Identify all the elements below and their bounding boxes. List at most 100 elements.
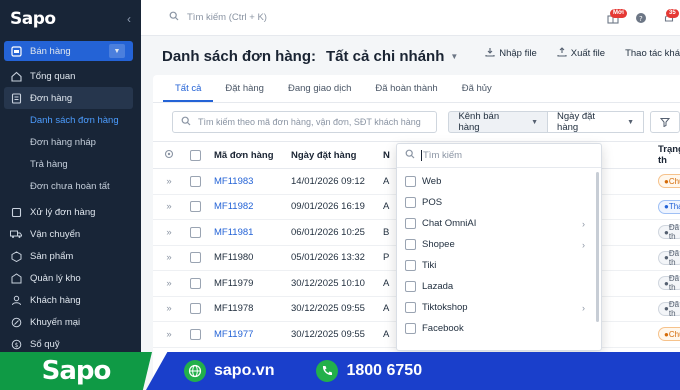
order-search-placeholder: Tìm kiếm theo mã đơn hàng, vận đơn, SĐT … [198,117,421,127]
filter-bar: Tìm kiếm theo mã đơn hàng, vận đơn, SĐT … [153,103,680,141]
order-code-link[interactable]: MF11978 [205,303,291,314]
header-actions: Nhập file Xuất file Thao tác khá [465,47,680,60]
expand-row-icon[interactable]: » [153,329,185,340]
filter-icon [660,118,670,127]
chevron-down-icon[interactable]: ▼ [109,44,125,58]
order-date: 30/12/2025 09:55 [291,303,365,315]
more-actions-label: Thao tác khá [625,48,680,59]
promo-banner: Sapo sapo.vn 1800 6750 [0,352,680,390]
channel-filter-button[interactable]: Kênh bán hàng ▼ [448,111,549,133]
select-all-checkbox[interactable] [185,149,205,161]
status-badge: ● Đã th [658,274,680,292]
sidebar-item-shipping[interactable]: Vận chuyển [0,223,141,245]
tab-cancelled[interactable]: Đã hủy [450,83,504,102]
sales-channel-selector[interactable]: Bán hàng ▼ [4,41,133,61]
column-settings-icon[interactable] [153,149,185,162]
channel-option-checkbox[interactable] [405,218,416,229]
row-checkbox[interactable] [185,277,205,289]
row-checkbox[interactable] [185,201,205,213]
channel-option[interactable]: POS [397,192,601,213]
dropdown-scrollbar[interactable] [596,172,599,322]
more-actions-button[interactable]: Thao tác khá [625,48,680,59]
channel-option[interactable]: Web [397,171,601,192]
tab-in-progress[interactable]: Đang giao dịch [276,83,363,102]
whats-new-button[interactable]: Mới [602,7,627,29]
global-search[interactable]: Tìm kiếm (Ctrl + K) [169,11,267,24]
sidebar-subitem-order-list[interactable]: Danh sách đơn hàng [0,109,141,131]
channel-option-checkbox[interactable] [405,302,416,313]
channel-option-checkbox[interactable] [405,260,416,271]
channel-option[interactable]: Tiki [397,255,601,276]
svg-text:?: ? [639,15,643,23]
channel-option-label: Tiktokshop [422,302,468,313]
order-code-link[interactable]: MF11980 [205,252,291,263]
row-checkbox[interactable] [185,252,205,264]
header-order-date[interactable]: Ngày đặt hàng [291,150,383,161]
order-code-link[interactable]: MF11983 [205,176,291,187]
header-status[interactable]: Trạng th [658,144,680,166]
sidebar-item-processing[interactable]: Xử lý đơn hàng [0,201,141,223]
channel-option[interactable]: Lazada [397,276,601,297]
banner-website[interactable]: sapo.vn [214,362,274,380]
date-filter-label: Ngày đặt hàng [557,111,596,133]
tab-all[interactable]: Tất cả [163,83,214,102]
help-button[interactable]: ? [630,7,652,29]
order-code-link[interactable]: MF11981 [205,227,291,238]
import-file-button[interactable]: Nhập file [485,47,537,60]
status-text: Đã th [668,299,680,318]
banner-hotline[interactable]: 1800 6750 [346,362,422,380]
tab-completed[interactable]: Đã hoàn thành [363,83,449,102]
globe-icon [184,360,206,382]
sidebar-item-warehouse[interactable]: Quản lý kho [0,267,141,289]
chevron-right-icon[interactable]: › [582,303,585,313]
header-order-code[interactable]: Mã đơn hàng [205,150,291,161]
order-code-link[interactable]: MF11982 [205,201,291,212]
order-search-input[interactable]: Tìm kiếm theo mã đơn hàng, vận đơn, SĐT … [172,111,438,133]
channel-option-checkbox[interactable] [405,239,416,250]
sidebar-item-customers[interactable]: Khách hàng [0,289,141,311]
row-checkbox[interactable] [185,175,205,187]
channel-option-checkbox[interactable] [405,197,416,208]
branch-selector[interactable]: Tất cả chi nhánh [326,48,444,65]
export-file-button[interactable]: Xuất file [557,47,605,60]
channel-option-checkbox[interactable] [405,176,416,187]
sidebar-subitem-incomplete-orders[interactable]: Đơn chưa hoàn tất [0,175,141,197]
tab-ordered[interactable]: Đặt hàng [213,83,276,102]
chevron-right-icon[interactable]: › [582,219,585,229]
sidebar-item-orders[interactable]: Đơn hàng [4,87,133,109]
chevron-down-icon[interactable]: ▼ [450,52,458,61]
channel-option[interactable]: Shopee › [397,234,601,255]
chevron-right-icon[interactable]: › [582,240,585,250]
order-code-link[interactable]: MF11979 [205,278,291,289]
date-filter-button[interactable]: Ngày đặt hàng ▼ [548,111,644,133]
row-checkbox[interactable] [185,328,205,340]
promo-icon [10,316,22,328]
expand-row-icon[interactable]: » [153,201,185,212]
row-checkbox[interactable] [185,303,205,315]
sidebar-item-products[interactable]: Sản phẩm [0,245,141,267]
cashbook-icon: $ [10,338,22,350]
sidebar-item-promotions[interactable]: Khuyến mại [0,311,141,333]
channel-option[interactable]: Facebook [397,318,601,339]
expand-row-icon[interactable]: » [153,303,185,314]
channel-option[interactable]: Tiktokshop › [397,297,601,318]
row-checkbox[interactable] [185,226,205,238]
channel-option-checkbox[interactable] [405,281,416,292]
expand-row-icon[interactable]: » [153,278,185,289]
sidebar-subitem-draft-orders[interactable]: Đơn hàng nháp [0,131,141,153]
channel-option-checkbox[interactable] [405,323,416,334]
sidebar-item-overview[interactable]: Tổng quan [0,65,141,87]
expand-row-icon[interactable]: » [153,176,185,187]
banner-contact-area: sapo.vn 1800 6750 [146,352,680,390]
sales-channel-label: Bán hàng [30,45,71,57]
sidebar-subitem-returns[interactable]: Trả hàng [0,153,141,175]
channel-option[interactable]: Chat OmniAI › [397,213,601,234]
expand-row-icon[interactable]: » [153,252,185,263]
channel-search-input[interactable]: Tìm kiếm [397,144,601,168]
notification-button[interactable]: 35 [658,7,680,29]
more-filters-button[interactable] [650,111,680,133]
expand-row-icon[interactable]: » [153,227,185,238]
sidebar-header: Sapo ‹ [0,0,141,37]
order-code-link[interactable]: MF11977 [205,329,291,340]
collapse-sidebar-icon[interactable]: ‹ [127,12,131,26]
